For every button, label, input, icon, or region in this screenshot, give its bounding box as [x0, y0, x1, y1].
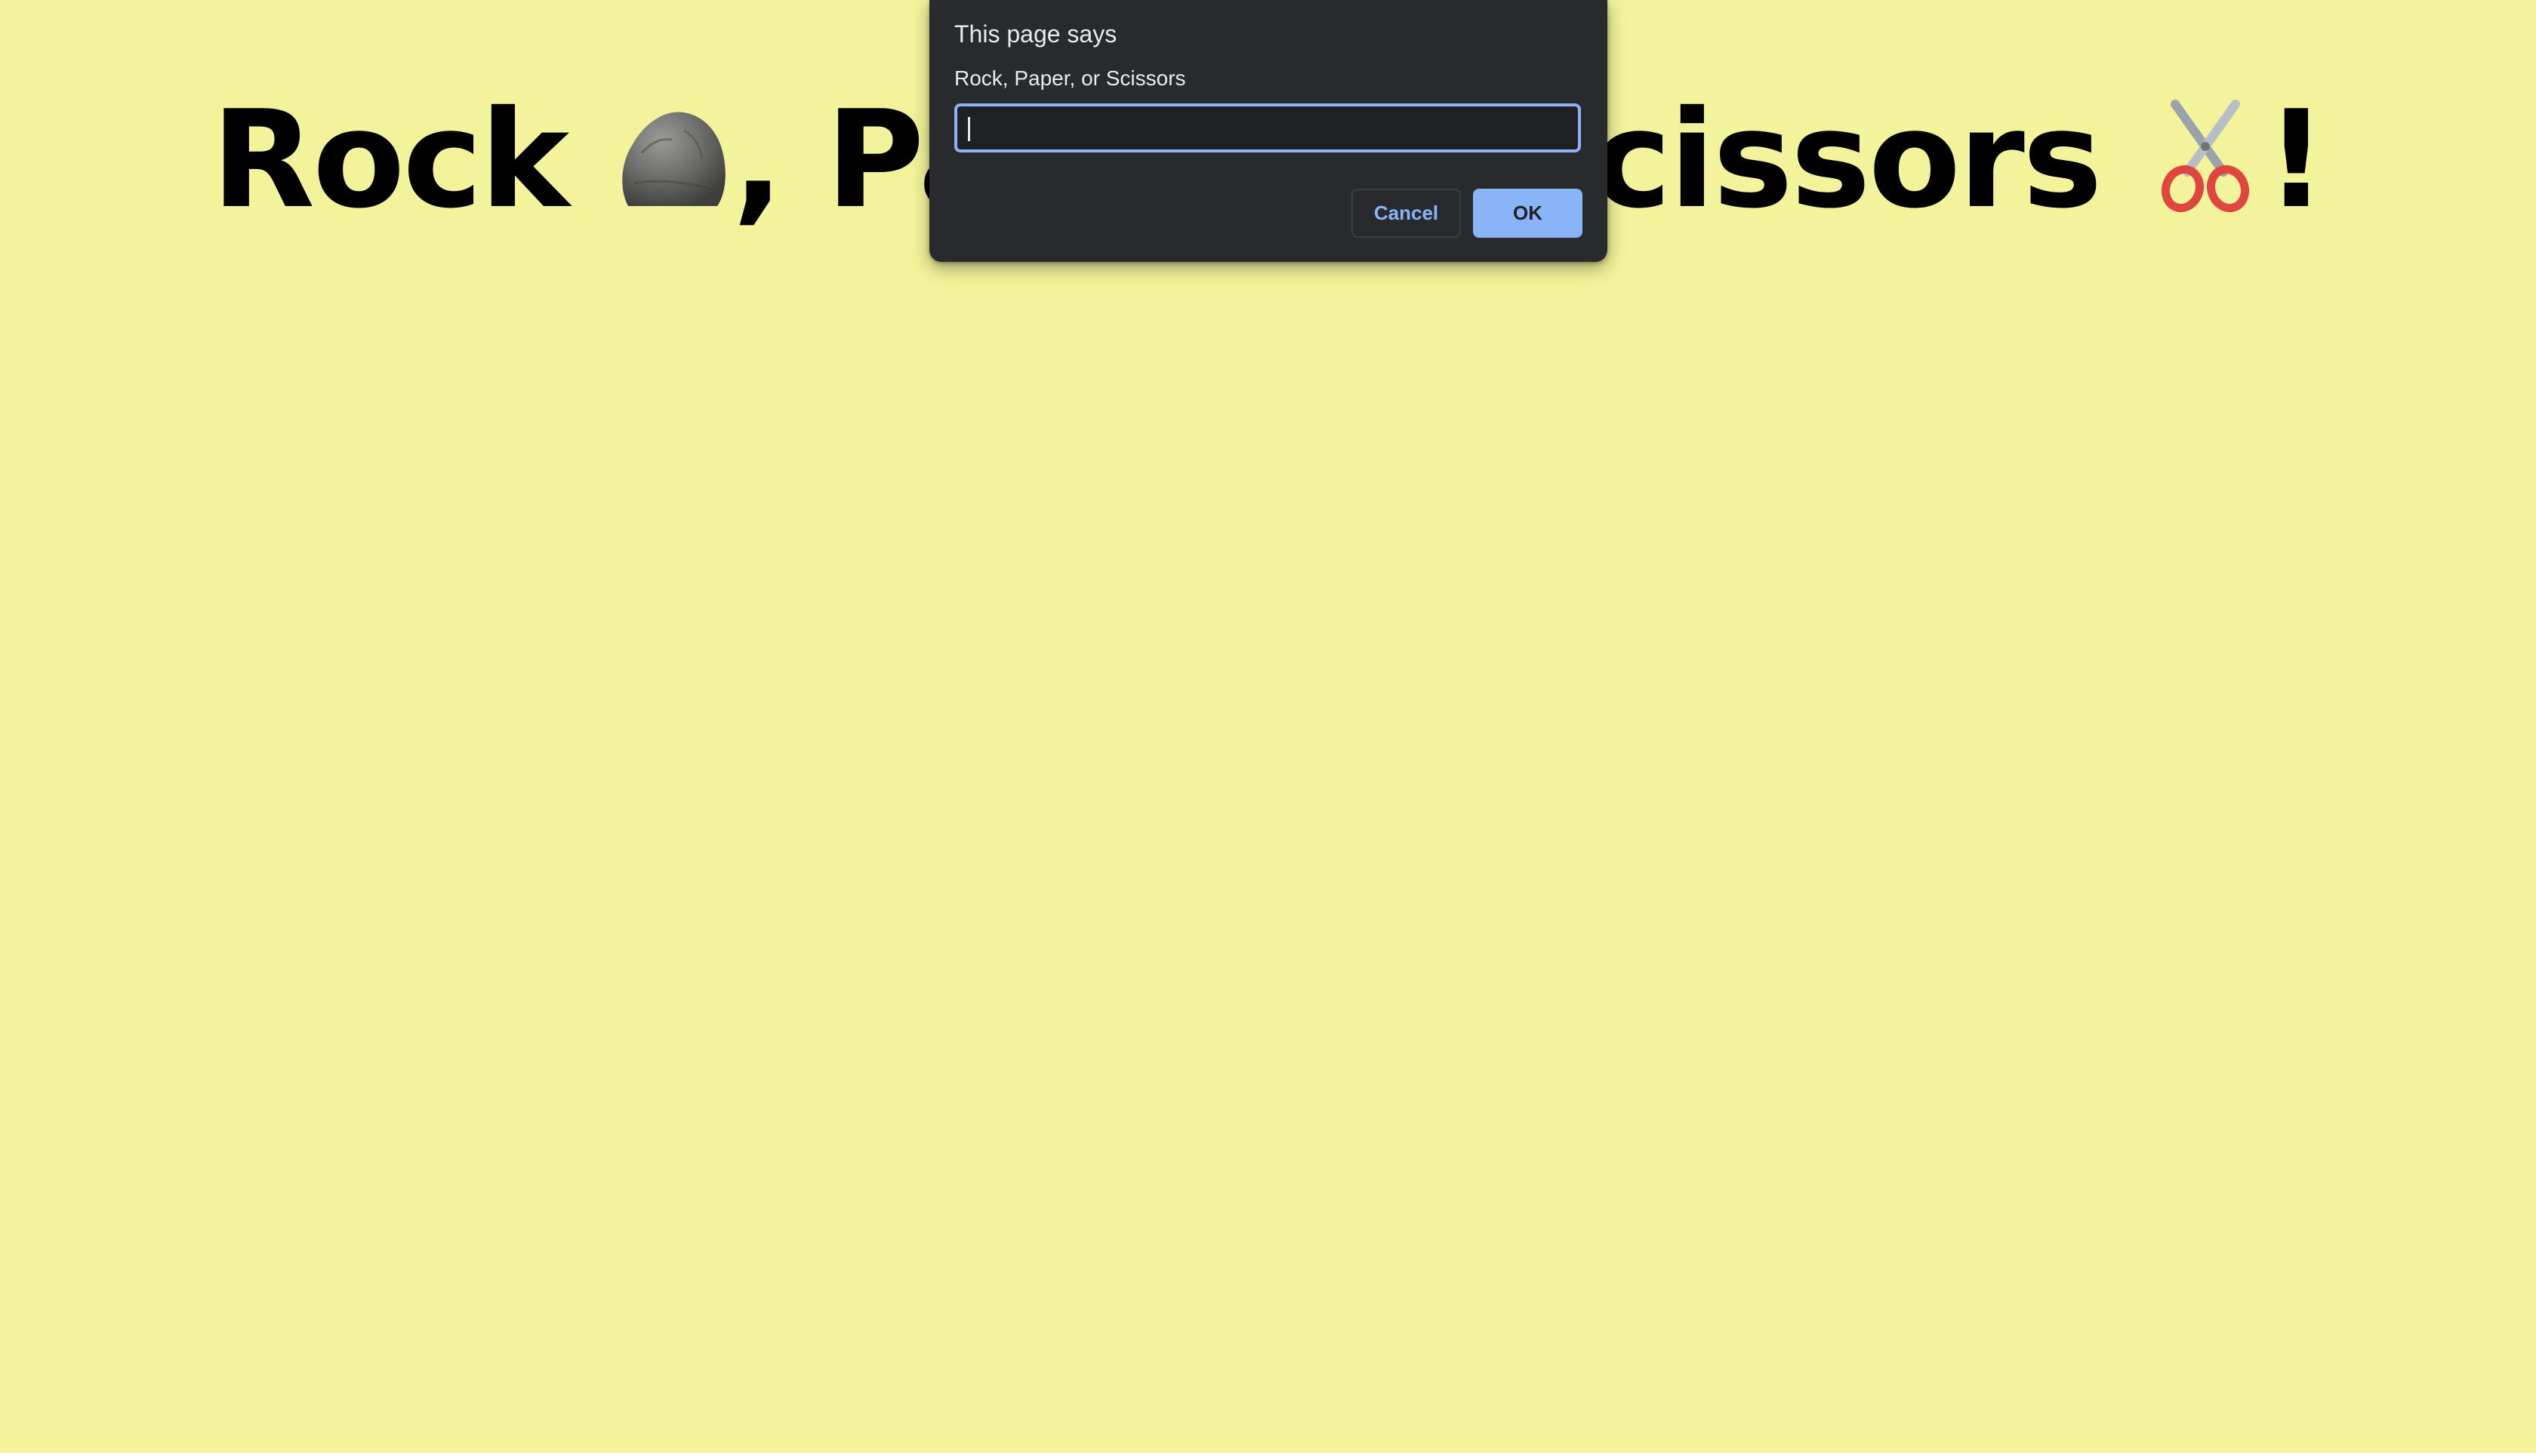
heading-exclamation: ! [2265, 82, 2327, 238]
heading-rock-text: Rock [211, 82, 569, 238]
dialog-title: This page says [954, 20, 1117, 48]
page-bottom-edge [0, 1453, 2536, 1456]
scissors-icon [2145, 89, 2266, 243]
prompt-input[interactable] [954, 103, 1581, 152]
page: Rock , Paper , Scissors [0, 0, 2536, 1456]
prompt-dialog: This page says Rock, Paper, or Scissors … [929, 0, 1607, 262]
rock-icon [612, 92, 732, 243]
text-caret [968, 117, 970, 141]
cancel-button[interactable]: Cancel [1351, 189, 1461, 238]
ok-button[interactable]: OK [1473, 189, 1582, 238]
dialog-message: Rock, Paper, or Scissors [954, 66, 1186, 90]
